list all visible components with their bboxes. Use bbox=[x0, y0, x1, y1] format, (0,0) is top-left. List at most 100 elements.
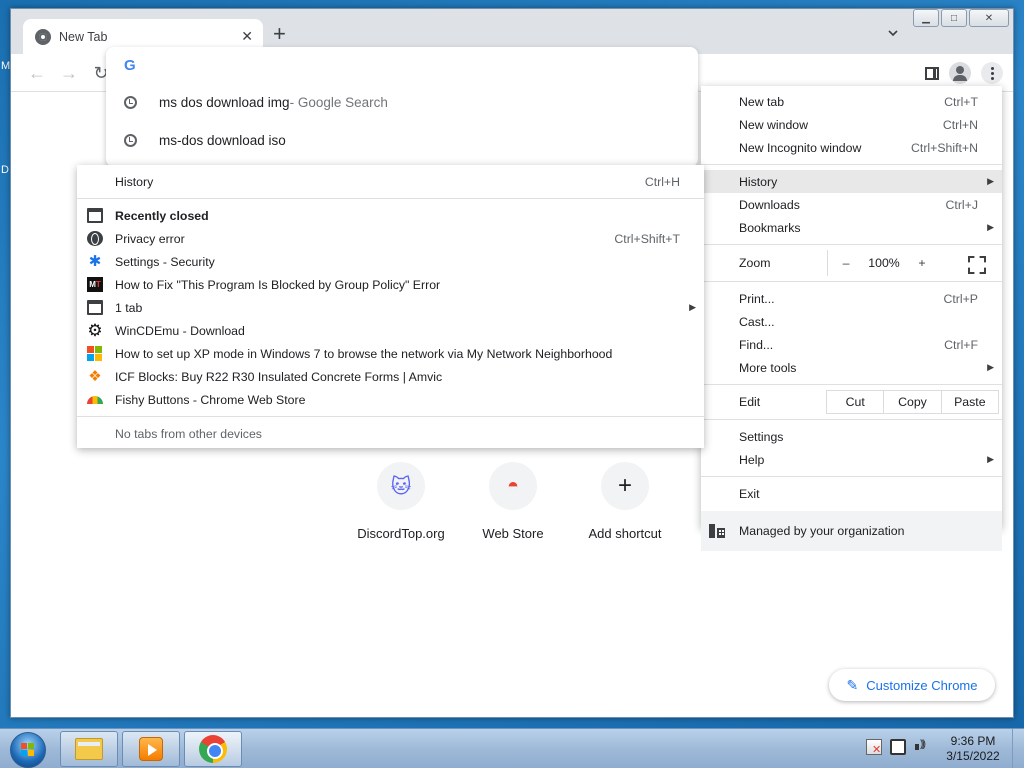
shortcut-label: Web Store bbox=[482, 526, 544, 541]
menu-item-bookmarks[interactable]: Bookmarks ▶ bbox=[701, 216, 1002, 239]
submenu-arrow-icon: ▶ bbox=[987, 454, 994, 464]
shortcut-label: Add shortcut bbox=[588, 526, 662, 541]
menu-item-exit[interactable]: Exit bbox=[701, 482, 1002, 505]
recent-item[interactable]: Privacy error Ctrl+Shift+T bbox=[77, 227, 704, 250]
menu-item-new-tab[interactable]: New tab Ctrl+T bbox=[701, 90, 1002, 113]
submenu-shortcut: Ctrl+H bbox=[644, 174, 680, 189]
forward-button[interactable]: → bbox=[57, 62, 81, 84]
menu-item-incognito[interactable]: New Incognito window Ctrl+Shift+N bbox=[701, 136, 1002, 159]
tab-close-icon[interactable]: ✕ bbox=[241, 28, 253, 45]
menu-item-more-tools[interactable]: More tools ▶ bbox=[701, 356, 1002, 379]
history-clock-icon bbox=[124, 95, 137, 109]
recent-item[interactable]: ⚙ WinCDEmu - Download bbox=[77, 319, 704, 342]
menu-item-new-window[interactable]: New window Ctrl+N bbox=[701, 113, 1002, 136]
chrome-menu-button[interactable] bbox=[981, 62, 1003, 84]
new-tab-button[interactable]: + bbox=[273, 23, 286, 45]
menu-item-downloads[interactable]: Downloads Ctrl+J bbox=[701, 193, 1002, 216]
mt-logo-t: T bbox=[95, 280, 101, 289]
zoom-out-button[interactable]: – bbox=[828, 256, 864, 270]
zoom-row: Zoom – 100% + bbox=[701, 250, 1002, 276]
clock-date: 3/15/2022 bbox=[946, 749, 1000, 763]
system-tray bbox=[866, 739, 930, 756]
desktop-icon-label: M bbox=[1, 60, 11, 72]
start-button[interactable] bbox=[4, 730, 52, 768]
menu-item-settings[interactable]: Settings bbox=[701, 425, 1002, 448]
recent-item[interactable]: 1 tab ▶ bbox=[77, 296, 704, 319]
copy-button[interactable]: Copy bbox=[883, 390, 941, 414]
submenu-label: ICF Blocks: Buy R22 R30 Insulated Concre… bbox=[115, 369, 443, 384]
recent-item[interactable]: ✱ Settings - Security bbox=[77, 250, 704, 273]
cut-button[interactable]: Cut bbox=[826, 390, 884, 414]
back-button[interactable]: ← bbox=[25, 62, 49, 84]
chevron-down-icon[interactable] bbox=[887, 27, 899, 39]
pencil-icon: ✎ bbox=[846, 676, 859, 693]
recent-item[interactable]: Fishy Buttons - Chrome Web Store bbox=[77, 388, 704, 411]
customize-chrome-button[interactable]: ✎ Customize Chrome bbox=[829, 669, 995, 701]
recent-item[interactable]: ❖ ICF Blocks: Buy R22 R30 Insulated Conc… bbox=[77, 365, 704, 388]
submenu-label: How to Fix "This Program Is Blocked by G… bbox=[115, 277, 441, 292]
window-icon bbox=[87, 208, 103, 223]
omnibox-suggestion[interactable]: ms dos download img - Google Search bbox=[106, 83, 698, 121]
taskbar-media-player[interactable] bbox=[122, 731, 180, 767]
submenu-arrow-icon: ▶ bbox=[987, 176, 994, 186]
menu-shortcut: Ctrl+J bbox=[945, 197, 978, 212]
submenu-label: Settings - Security bbox=[115, 254, 215, 269]
omnibox-suggestion[interactable]: ms-dos download iso bbox=[106, 121, 698, 159]
show-desktop-button[interactable] bbox=[1012, 729, 1024, 768]
network-icon[interactable] bbox=[890, 739, 906, 755]
suggestion-suffix: - Google Search bbox=[289, 94, 388, 110]
recent-item[interactable]: How to set up XP mode in Windows 7 to br… bbox=[77, 342, 704, 365]
settings-gear-icon: ✱ bbox=[88, 253, 102, 270]
menu-label: History bbox=[739, 174, 778, 189]
shortcut-discordtop[interactable]: 🐱 DiscordTop.org bbox=[345, 462, 457, 541]
menu-divider bbox=[701, 244, 1002, 245]
add-shortcut-button[interactable]: + Add shortcut bbox=[569, 462, 681, 541]
address-bar-input[interactable]: G bbox=[106, 47, 698, 83]
taskbar-explorer[interactable] bbox=[60, 731, 118, 767]
cog-icon: ⚙ bbox=[87, 321, 103, 340]
taskbar-clock[interactable]: 9:36 PM 3/15/2022 bbox=[944, 734, 1002, 764]
taskbar-chrome[interactable] bbox=[184, 731, 242, 767]
paste-button[interactable]: Paste bbox=[940, 390, 999, 414]
menu-item-print[interactable]: Print... Ctrl+P bbox=[701, 287, 1002, 310]
submenu-label: WinCDEmu - Download bbox=[115, 323, 245, 338]
windows-logo-icon bbox=[10, 732, 46, 768]
submenu-label: No tabs from other devices bbox=[115, 426, 262, 441]
action-center-flag-icon[interactable] bbox=[866, 739, 882, 756]
menu-divider bbox=[77, 416, 704, 417]
suggestion-text: ms dos download img bbox=[159, 94, 290, 110]
folder-icon bbox=[75, 738, 103, 760]
close-window-button[interactable]: ✕ bbox=[969, 9, 1009, 27]
menu-shortcut: Ctrl+N bbox=[942, 117, 978, 132]
fullscreen-icon[interactable] bbox=[968, 256, 982, 270]
menu-item-find[interactable]: Find... Ctrl+F bbox=[701, 333, 1002, 356]
chrome-favicon-icon bbox=[35, 28, 51, 45]
volume-icon[interactable] bbox=[914, 739, 930, 755]
minimize-button[interactable]: ▁ bbox=[913, 9, 939, 27]
menu-item-history[interactable]: History ▶ bbox=[701, 170, 1002, 193]
zoom-in-button[interactable]: + bbox=[904, 256, 940, 270]
menu-divider bbox=[701, 384, 1002, 385]
maximize-button[interactable]: □ bbox=[941, 9, 967, 27]
recent-item[interactable]: MT How to Fix "This Program Is Blocked b… bbox=[77, 273, 704, 296]
web-store-icon: ◓ bbox=[489, 462, 537, 510]
submenu-label: Privacy error bbox=[115, 231, 185, 246]
zoom-value: 100% bbox=[868, 256, 900, 270]
omnibox-dropdown: G ms dos download img - Google Search ms… bbox=[106, 47, 698, 167]
profile-avatar-icon[interactable] bbox=[949, 62, 971, 84]
menu-shortcut: Ctrl+F bbox=[944, 337, 978, 352]
side-panel-icon[interactable] bbox=[925, 66, 939, 80]
submenu-item-history[interactable]: History Ctrl+H bbox=[77, 170, 704, 193]
shortcut-web-store[interactable]: ◓ Web Store bbox=[457, 462, 569, 541]
menu-shortcut: Ctrl+T bbox=[944, 94, 978, 109]
shortcut-label: DiscordTop.org bbox=[357, 526, 445, 541]
managed-label: Managed by your organization bbox=[739, 524, 905, 538]
mt-logo-icon: MT bbox=[87, 277, 103, 292]
menu-label: Help bbox=[739, 452, 765, 467]
managed-by-organization[interactable]: Managed by your organization bbox=[701, 511, 1002, 551]
menu-item-cast[interactable]: Cast... bbox=[701, 310, 1002, 333]
menu-item-help[interactable]: Help ▶ bbox=[701, 448, 1002, 471]
microsoft-icon bbox=[87, 346, 103, 361]
menu-divider bbox=[701, 419, 1002, 420]
submenu-label: 1 tab bbox=[115, 300, 143, 315]
